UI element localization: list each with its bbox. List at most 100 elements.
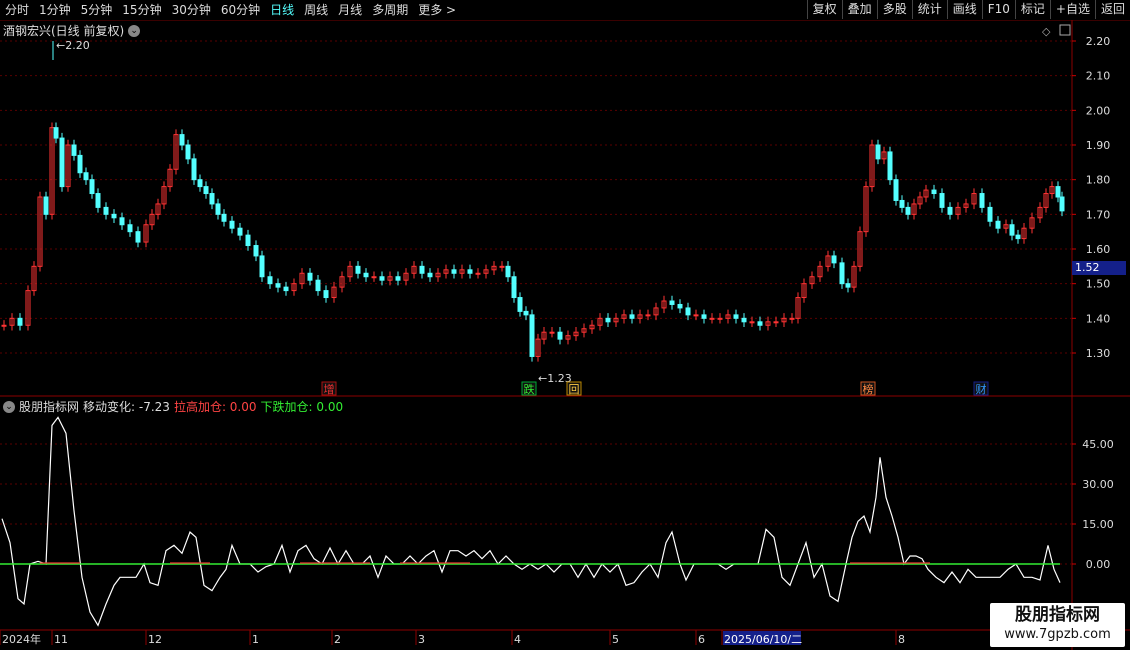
- candle-body: [505, 265, 511, 278]
- rise-add-value: 拉高加仓: 0.00: [173, 400, 257, 414]
- candle-body: [371, 276, 377, 279]
- candle-body: [363, 272, 369, 278]
- candle-body: [427, 272, 433, 278]
- candle-body: [733, 314, 739, 319]
- candle-body: [899, 199, 905, 208]
- candle-body: [789, 317, 795, 320]
- price-tick-label: 2.20: [1086, 35, 1111, 48]
- candle-body: [179, 134, 185, 146]
- indicator-name: 股朋指标网: [19, 400, 80, 414]
- candle-body: [89, 179, 95, 195]
- time-axis-label: 5: [612, 633, 619, 646]
- candle-body: [83, 172, 89, 181]
- time-axis-label: 4: [514, 633, 521, 646]
- candle-body: [887, 151, 893, 181]
- candle-body: [111, 213, 117, 219]
- candle-body: [245, 234, 251, 247]
- candle-body: [135, 231, 141, 243]
- indicator-tick-label: 15.00: [1082, 518, 1114, 531]
- price-tick-label: 2.10: [1086, 70, 1111, 83]
- window-icon: [1059, 24, 1071, 36]
- candle-body: [893, 179, 899, 201]
- event-marker: 财: [976, 382, 987, 396]
- price-tick-label: 1.80: [1086, 174, 1111, 187]
- candle-body: [53, 127, 59, 139]
- event-marker: 榜: [863, 382, 874, 396]
- price-tick-label: 1.50: [1086, 278, 1111, 291]
- candle-body: [741, 317, 747, 323]
- candle-body: [59, 137, 65, 188]
- time-axis-label: 3: [418, 633, 425, 646]
- indicator-tick-label: 30.00: [1082, 478, 1114, 491]
- candle-body: [517, 297, 523, 312]
- candle-body: [103, 206, 109, 215]
- candle-body: [511, 276, 517, 299]
- candle-body: [995, 220, 1001, 229]
- candle-body: [905, 206, 911, 215]
- price-tick-label: 2.00: [1086, 104, 1111, 117]
- candle-body: [203, 186, 209, 195]
- candle-body: [229, 220, 235, 229]
- candle-body: [831, 255, 837, 264]
- candle-body: [315, 279, 321, 292]
- candle-body: [43, 196, 49, 215]
- event-marker: 增: [324, 382, 335, 396]
- price-tick-label: 1.40: [1086, 312, 1111, 325]
- candle-body: [259, 255, 265, 278]
- candle-body: [221, 213, 227, 222]
- candle-body: [395, 276, 401, 281]
- moving-change-value: 移动变化: -7.23: [83, 400, 170, 414]
- time-axis-label: 2025/06/10/二: [724, 633, 802, 646]
- indicator-title[interactable]: ⌄ 股朋指标网 移动变化: -7.23 拉高加仓: 0.00 下跌加仓: 0.0…: [3, 398, 343, 415]
- candle-body: [197, 179, 203, 188]
- candle-body: [629, 314, 635, 319]
- diamond-icon: ◇: [1042, 25, 1051, 38]
- candle-body: [419, 265, 425, 274]
- chevron-down-icon[interactable]: ⌄: [3, 400, 15, 413]
- watermark-url: www.7gpzb.com: [1004, 627, 1111, 642]
- candle-body: [693, 314, 699, 317]
- candle-body: [701, 314, 707, 319]
- candle-body: [839, 262, 845, 285]
- candle-body: [267, 276, 273, 285]
- candle-body: [467, 269, 473, 274]
- candle-body: [191, 158, 197, 181]
- watermark-name: 股朋指标网: [1015, 605, 1100, 625]
- candle-body: [717, 317, 723, 320]
- candle-body: [451, 269, 457, 274]
- time-axis-label: 6: [698, 633, 705, 646]
- candle-body: [645, 314, 651, 317]
- candle-body: [709, 317, 715, 320]
- candle-body: [757, 321, 763, 326]
- event-marker: 回: [569, 383, 580, 396]
- watermark-logo: 股朋指标网 www.7gpzb.com: [990, 603, 1125, 647]
- candle-body: [237, 227, 243, 236]
- candle-body: [875, 144, 881, 160]
- candle-body: [605, 317, 611, 323]
- candle-body: [1009, 224, 1015, 236]
- time-axis-label: 11: [54, 633, 68, 646]
- time-axis-label: 2024年: [2, 632, 41, 646]
- candle-body: [557, 331, 563, 340]
- candle-body: [931, 189, 937, 195]
- candle-body: [845, 283, 851, 288]
- price-tick-label: 1.60: [1086, 243, 1111, 256]
- candle-body: [677, 303, 683, 309]
- candle-body: [379, 276, 385, 281]
- time-axis-label: 12: [148, 633, 162, 646]
- candle-body: [549, 331, 555, 334]
- candle-body: [185, 144, 191, 160]
- candle-body: [215, 203, 221, 215]
- candle-body: [283, 286, 289, 292]
- time-axis-label: 8: [898, 633, 905, 646]
- event-marker: 跌: [524, 382, 535, 396]
- fall-add-value: 下跌加仓: 0.00: [260, 400, 344, 414]
- kline-chart[interactable]: 2.20 2.10 2.00 1.90 1.80 1.70 1.60 1.50 1.40 1.30…: [0, 0, 1130, 650]
- candle-body: [355, 265, 361, 274]
- candle-body: [307, 272, 313, 281]
- candle-body: [17, 317, 23, 326]
- indicator-line: [1, 416, 1061, 627]
- price-tick-label: 1.90: [1086, 139, 1111, 152]
- candle-body: [475, 272, 481, 275]
- candle-body: [947, 206, 953, 215]
